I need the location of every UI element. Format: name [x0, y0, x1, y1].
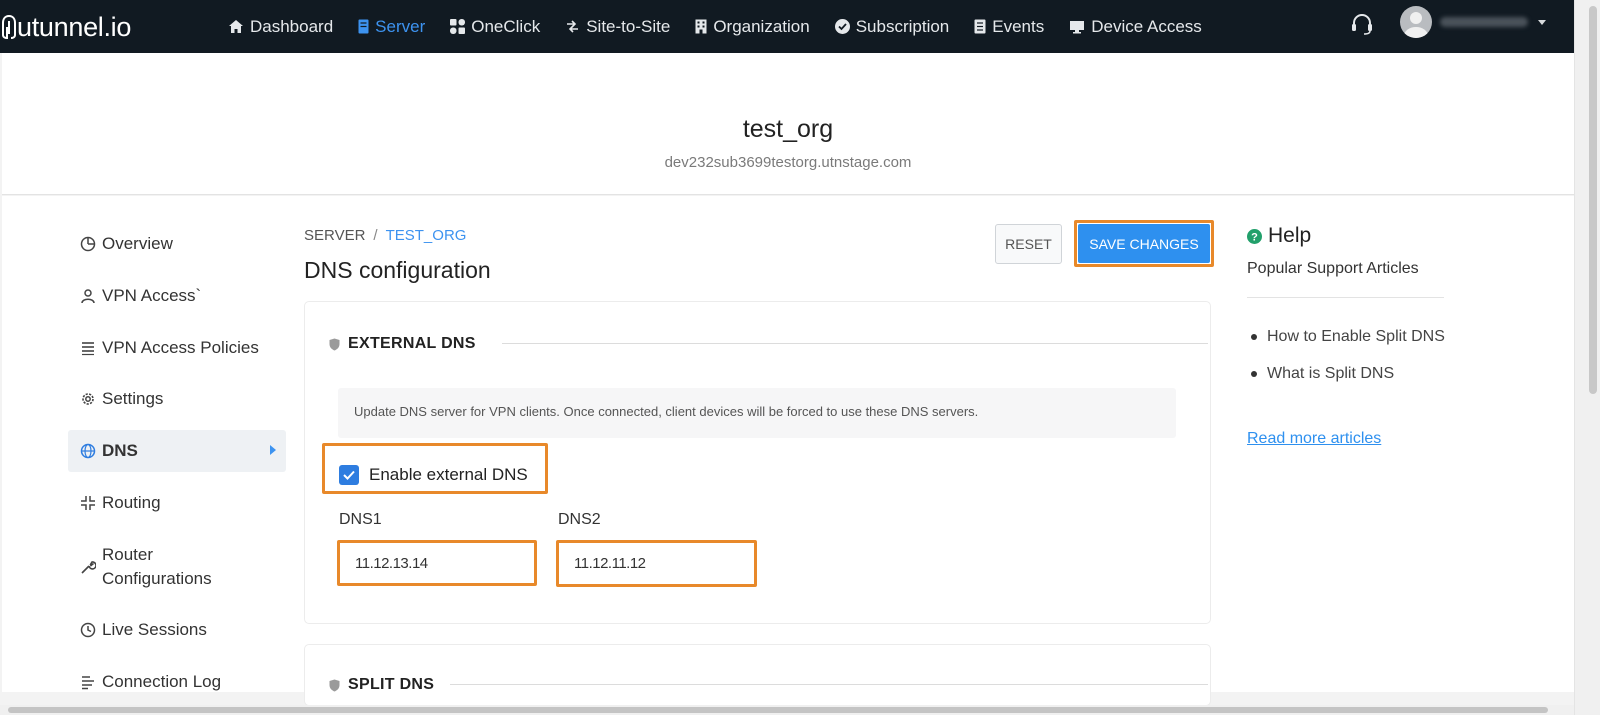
svg-text:?: ? [1251, 231, 1258, 243]
help-circle-icon: ? [1247, 228, 1262, 244]
monitor-icon [1070, 20, 1085, 33]
shield-icon [329, 679, 340, 691]
sidebar-item-router-configurations[interactable]: Router Configurations [68, 543, 286, 591]
dns2-input[interactable] [560, 544, 753, 583]
home-icon [229, 20, 243, 33]
nav-organization[interactable]: Organization [695, 17, 810, 37]
support-button[interactable] [1350, 12, 1374, 41]
sidebar-item-routing[interactable]: Routing [68, 491, 286, 515]
routing-icon [81, 496, 95, 510]
avatar [1400, 6, 1432, 38]
horizontal-scroll-thumb[interactable] [8, 707, 1548, 713]
split-dns-card [305, 645, 1210, 705]
breadcrumb-server[interactable]: SERVER [304, 227, 365, 244]
nav-oneclick[interactable]: OneClick [450, 17, 540, 37]
headset-icon [1352, 14, 1372, 35]
chevron-down-icon [1538, 19, 1546, 25]
enable-external-dns-label[interactable]: Enable external DNS [369, 465, 528, 485]
building-icon [695, 19, 707, 34]
nav-site-to-site[interactable]: Site-to-Site [565, 17, 670, 37]
site-to-site-icon [567, 20, 579, 33]
nav-events[interactable]: Events [974, 17, 1044, 37]
vertical-scroll-thumb[interactable] [1589, 6, 1597, 394]
user-menu[interactable] [1400, 6, 1546, 38]
reset-button[interactable]: RESET [995, 224, 1062, 264]
main-nav: Dashboard Server OneClick Site-to-Site O… [228, 0, 1202, 53]
page-title: DNS configuration [304, 257, 491, 283]
clock-icon [80, 622, 96, 638]
help-subtitle: Popular Support Articles [1247, 260, 1419, 277]
help-article-link[interactable]: How to Enable Split DNS [1247, 324, 1447, 349]
org-domain: dev232sub3699testorg.utnstage.com [664, 154, 912, 171]
check-circle-icon [834, 19, 850, 34]
dns2-label: DNS2 [558, 511, 601, 528]
checkmark-icon [343, 470, 355, 480]
sidebar-item-vpn-access[interactable]: VPN Access` [68, 284, 286, 308]
save-changes-button[interactable]: SAVE CHANGES [1078, 224, 1210, 263]
split-dns-heading: SPLIT DNS [329, 676, 434, 694]
sidebar-item-dns[interactable]: DNS [68, 430, 286, 472]
shield-logo-icon [2, 15, 16, 39]
org-header: test_org dev232sub3699testorg.utnstage.c… [2, 53, 1574, 195]
top-navbar: utunnel.io Dashboard Server OneClick Sit… [0, 0, 1574, 61]
sidebar-item-vpn-access-policies[interactable]: VPN Access Policies [68, 336, 286, 360]
dns1-input[interactable] [341, 544, 533, 582]
sidebar-item-connection-log[interactable]: Connection Log [68, 670, 286, 694]
user-icon [81, 289, 95, 304]
section-divider [502, 343, 1208, 344]
breadcrumb-separator: / [373, 227, 378, 244]
log-icon [82, 676, 94, 690]
server-icon [358, 19, 369, 34]
org-title: test_org [742, 115, 834, 143]
sidebar-item-settings[interactable]: Settings [68, 387, 286, 411]
gear-icon [82, 393, 94, 405]
list-icon [82, 342, 94, 356]
oneclick-icon [450, 19, 466, 34]
help-article-list: How to Enable Split DNS What is Split DN… [1247, 324, 1447, 398]
user-name-blurred [1440, 17, 1528, 27]
section-divider [450, 684, 1208, 685]
wrench-icon [81, 561, 96, 574]
shield-icon [329, 338, 340, 350]
globe-icon [80, 443, 96, 459]
nav-dashboard[interactable]: Dashboard [228, 17, 333, 37]
help-heading: ? Help [1247, 224, 1311, 248]
enable-external-dns-checkbox[interactable] [339, 465, 359, 485]
external-dns-heading: EXTERNAL DNS [329, 335, 476, 353]
logo-text: utunnel.io [17, 11, 132, 42]
pie-chart-icon [80, 236, 96, 252]
nav-device-access[interactable]: Device Access [1069, 17, 1202, 37]
dns1-label: DNS1 [339, 511, 382, 528]
help-divider [1247, 297, 1444, 298]
read-more-articles-link[interactable]: Read more articles [1247, 430, 1381, 448]
breadcrumb-current[interactable]: TEST_ORG [386, 227, 467, 244]
nav-subscription[interactable]: Subscription [834, 17, 949, 37]
events-icon [974, 19, 986, 34]
sidebar-item-live-sessions[interactable]: Live Sessions [68, 618, 286, 642]
help-article-link[interactable]: What is Split DNS [1247, 361, 1447, 386]
external-dns-info: Update DNS server for VPN clients. Once … [338, 388, 1176, 438]
breadcrumb: SERVER / TEST_ORG [304, 227, 466, 244]
chevron-right-icon [270, 445, 276, 455]
utunnel-logo[interactable]: utunnel.io [2, 7, 131, 47]
sidebar-item-overview[interactable]: Overview [68, 232, 286, 256]
nav-server[interactable]: Server [358, 17, 425, 37]
